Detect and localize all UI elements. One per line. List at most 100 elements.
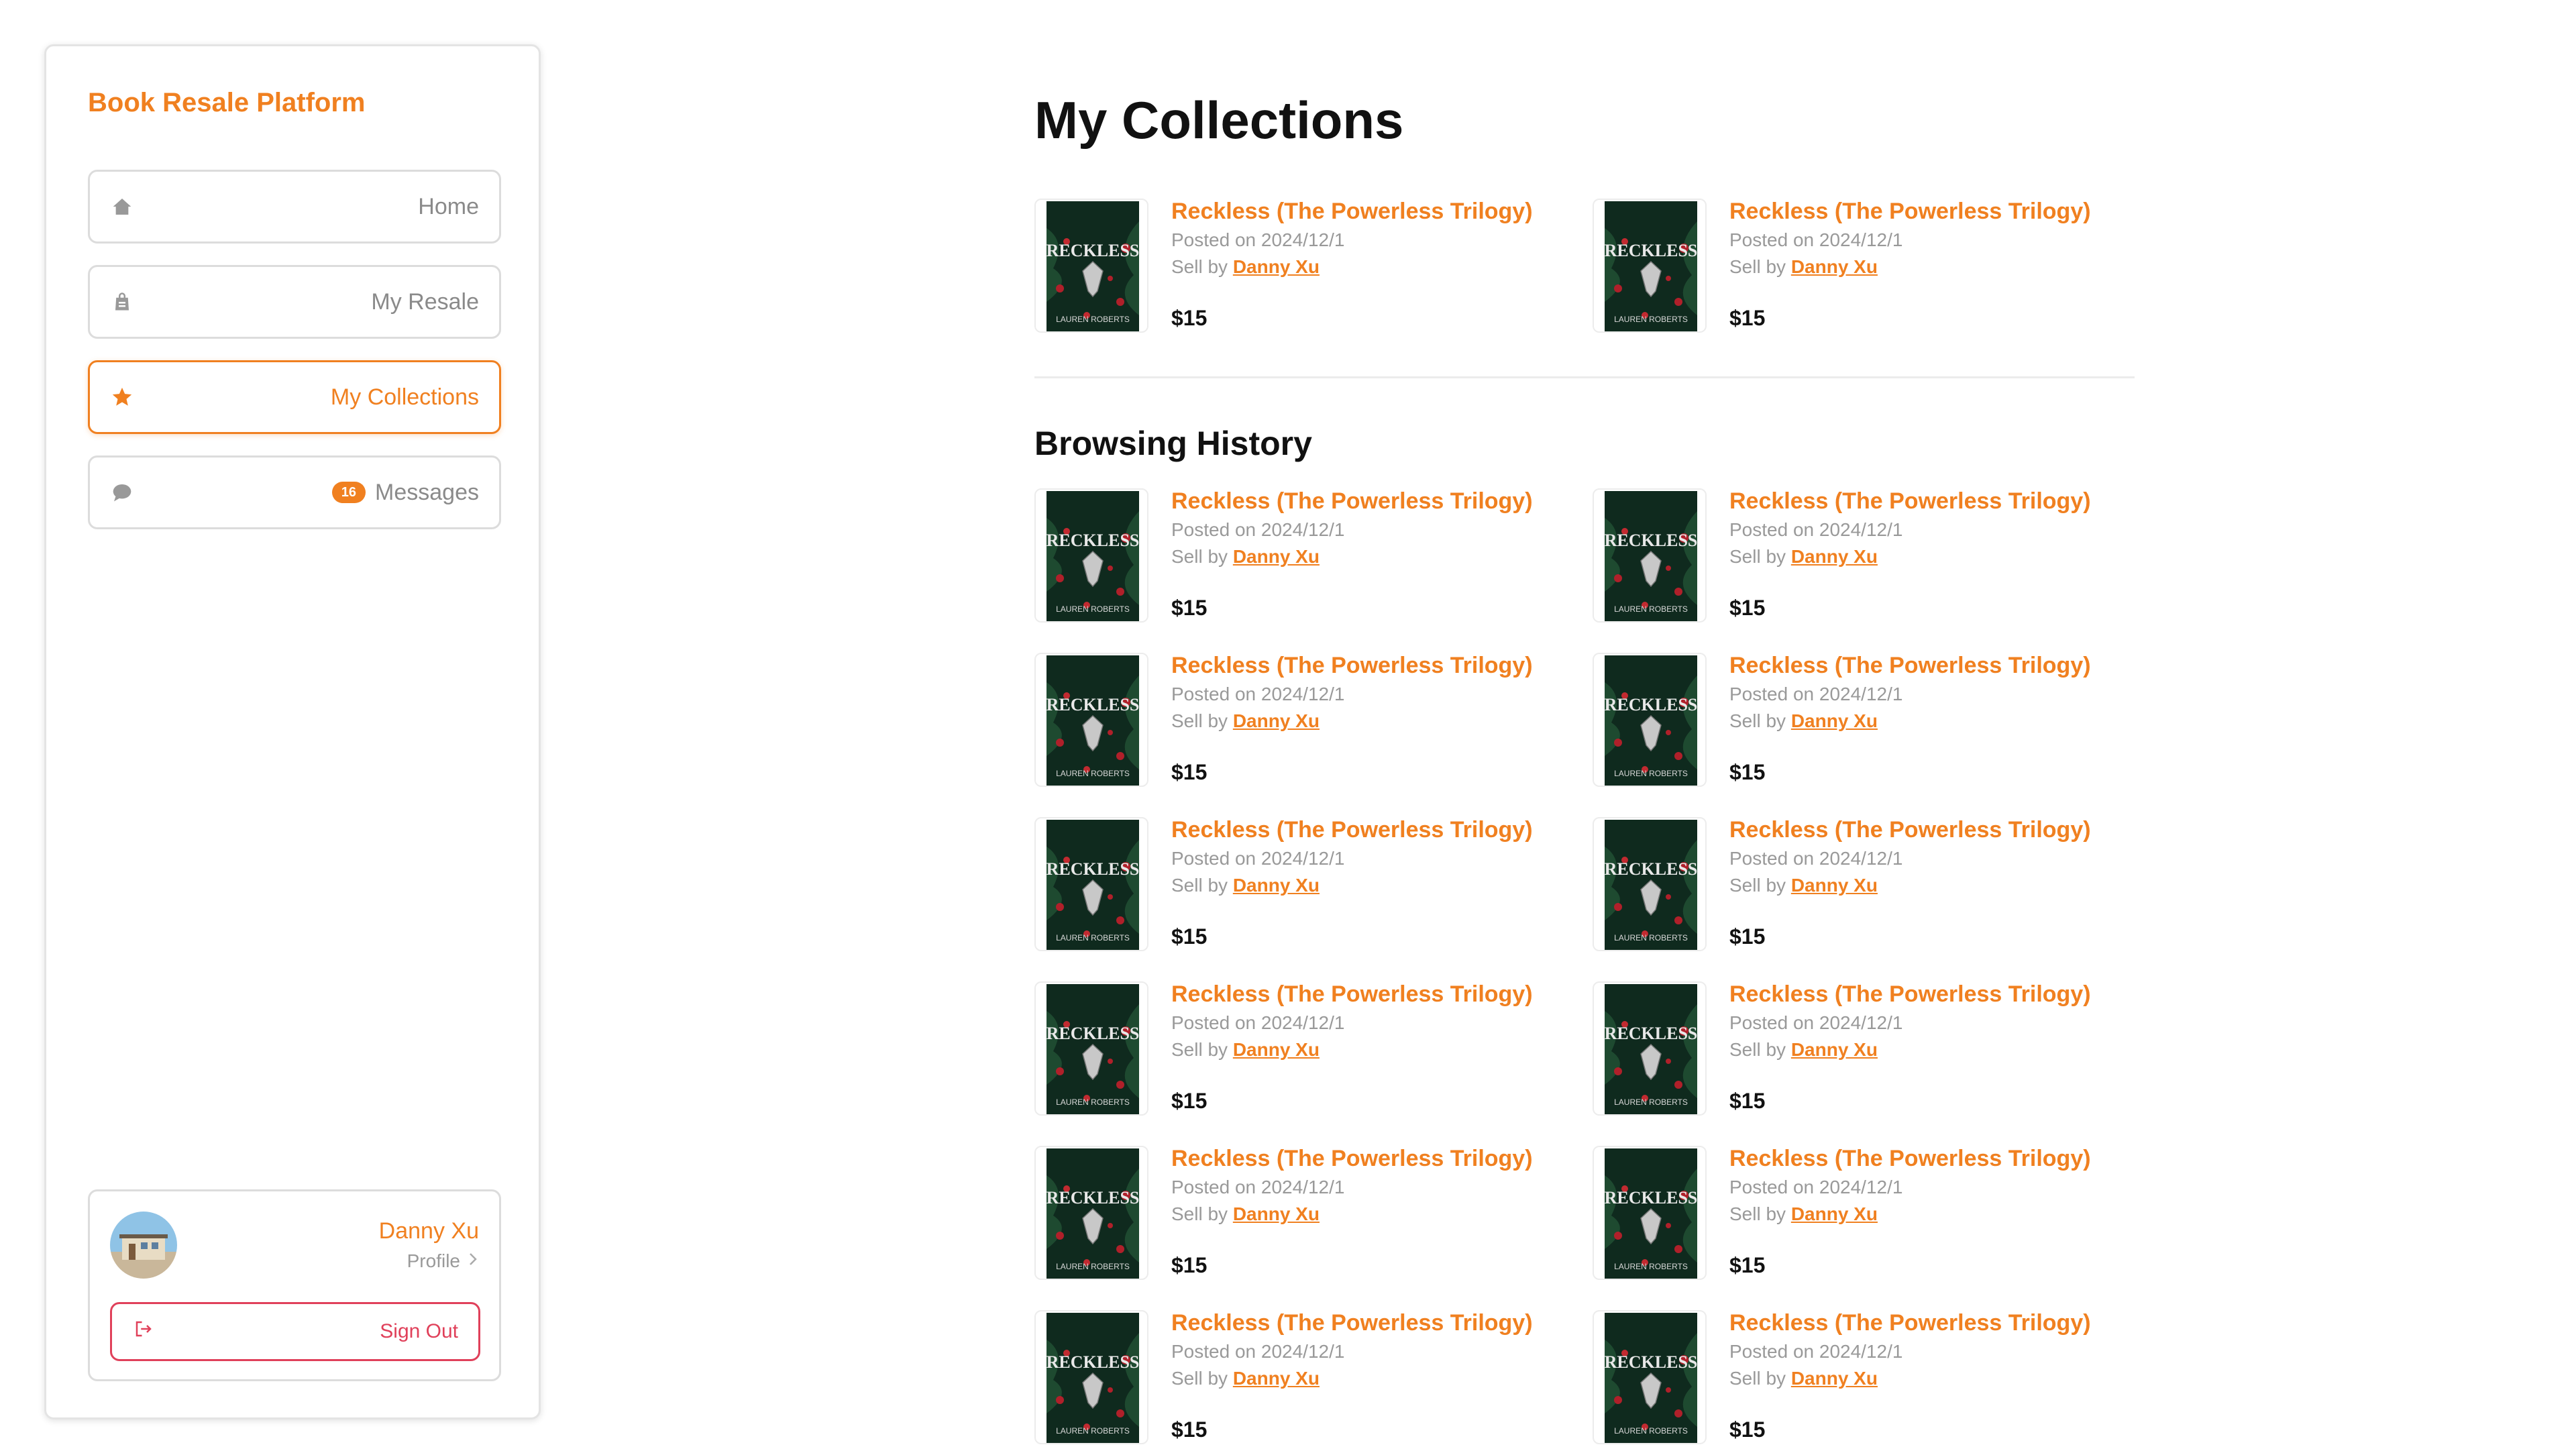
book-title[interactable]: Reckless (The Powerless Trilogy) bbox=[1171, 199, 1533, 225]
posted-date: Posted on 2024/12/1 bbox=[1729, 1341, 1903, 1362]
seller-prefix: Sell by bbox=[1729, 546, 1791, 567]
book-thumbnail[interactable]: RECKLESS LAUREN ROBERTS bbox=[1034, 981, 1148, 1116]
book-card[interactable]: RECKLESS LAUREN ROBERTS Reckless (The Po… bbox=[1034, 199, 1585, 339]
book-card[interactable]: RECKLESS LAUREN ROBERTS Reckless (The Po… bbox=[1593, 1146, 2143, 1287]
book-thumbnail[interactable]: RECKLESS LAUREN ROBERTS bbox=[1593, 981, 1707, 1116]
book-card[interactable]: RECKLESS LAUREN ROBERTS Reckless (The Po… bbox=[1593, 653, 2143, 794]
chat-icon bbox=[110, 480, 134, 504]
nav-item-label: Messages bbox=[375, 479, 479, 505]
book-cover-image: RECKLESS LAUREN ROBERTS bbox=[1605, 655, 1697, 786]
seller-link[interactable]: Danny Xu bbox=[1233, 546, 1320, 567]
book-thumbnail[interactable]: RECKLESS LAUREN ROBERTS bbox=[1593, 1146, 1707, 1280]
svg-text:RECKLESS: RECKLESS bbox=[1605, 1188, 1697, 1207]
book-thumbnail[interactable]: RECKLESS LAUREN ROBERTS bbox=[1593, 199, 1707, 333]
book-thumbnail[interactable]: RECKLESS LAUREN ROBERTS bbox=[1593, 817, 1707, 951]
seller-link[interactable]: Danny Xu bbox=[1233, 256, 1320, 277]
seller-link[interactable]: Danny Xu bbox=[1233, 1039, 1320, 1060]
profile-card: Danny Xu Profile Sign Out bbox=[88, 1189, 501, 1381]
posted-date: Posted on 2024/12/1 bbox=[1729, 848, 1903, 869]
book-thumbnail[interactable]: RECKLESS LAUREN ROBERTS bbox=[1034, 199, 1148, 333]
book-cover-image: RECKLESS LAUREN ROBERTS bbox=[1046, 820, 1139, 950]
book-thumbnail[interactable]: RECKLESS LAUREN ROBERTS bbox=[1593, 1310, 1707, 1444]
seller-link[interactable]: Danny Xu bbox=[1233, 1368, 1320, 1389]
book-title[interactable]: Reckless (The Powerless Trilogy) bbox=[1171, 981, 1533, 1008]
book-card[interactable]: RECKLESS LAUREN ROBERTS Reckless (The Po… bbox=[1593, 199, 2143, 339]
seller-line: Sell by Danny Xu bbox=[1171, 1368, 1320, 1389]
seller-link[interactable]: Danny Xu bbox=[1233, 710, 1320, 731]
book-title[interactable]: Reckless (The Powerless Trilogy) bbox=[1171, 1310, 1533, 1336]
svg-text:RECKLESS: RECKLESS bbox=[1605, 241, 1697, 260]
seller-line: Sell by Danny Xu bbox=[1171, 256, 1320, 278]
seller-link[interactable]: Danny Xu bbox=[1233, 875, 1320, 896]
book-title[interactable]: Reckless (The Powerless Trilogy) bbox=[1729, 653, 2091, 679]
seller-prefix: Sell by bbox=[1171, 546, 1233, 567]
seller-prefix: Sell by bbox=[1729, 875, 1791, 896]
seller-link[interactable]: Danny Xu bbox=[1791, 875, 1878, 896]
nav-item-home[interactable]: Home bbox=[88, 170, 501, 244]
book-title[interactable]: Reckless (The Powerless Trilogy) bbox=[1729, 1146, 2091, 1172]
seller-link[interactable]: Danny Xu bbox=[1233, 1203, 1320, 1224]
book-cover-image: RECKLESS LAUREN ROBERTS bbox=[1046, 491, 1139, 621]
book-title[interactable]: Reckless (The Powerless Trilogy) bbox=[1729, 817, 2091, 843]
book-card[interactable]: RECKLESS LAUREN ROBERTS Reckless (The Po… bbox=[1593, 488, 2143, 629]
svg-text:LAUREN ROBERTS: LAUREN ROBERTS bbox=[1614, 933, 1688, 943]
seller-link[interactable]: Danny Xu bbox=[1791, 256, 1878, 277]
seller-prefix: Sell by bbox=[1171, 875, 1233, 896]
seller-link[interactable]: Danny Xu bbox=[1791, 1203, 1878, 1224]
book-title[interactable]: Reckless (The Powerless Trilogy) bbox=[1729, 981, 2091, 1008]
seller-prefix: Sell by bbox=[1729, 1368, 1791, 1389]
nav-item-my-collections[interactable]: My Collections bbox=[88, 360, 501, 434]
svg-text:LAUREN ROBERTS: LAUREN ROBERTS bbox=[1056, 1262, 1130, 1271]
book-card[interactable]: RECKLESS LAUREN ROBERTS Reckless (The Po… bbox=[1034, 817, 1585, 958]
book-title[interactable]: Reckless (The Powerless Trilogy) bbox=[1729, 1310, 2091, 1336]
nav-item-my-resale[interactable]: My Resale bbox=[88, 265, 501, 339]
book-price: $15 bbox=[1171, 306, 1208, 330]
book-card[interactable]: RECKLESS LAUREN ROBERTS Reckless (The Po… bbox=[1034, 488, 1585, 629]
book-cover-image: RECKLESS LAUREN ROBERTS bbox=[1605, 491, 1697, 621]
book-card[interactable]: RECKLESS LAUREN ROBERTS Reckless (The Po… bbox=[1034, 1310, 1585, 1451]
brand-title[interactable]: Book Resale Platform bbox=[88, 88, 365, 118]
book-thumbnail[interactable]: RECKLESS LAUREN ROBERTS bbox=[1034, 817, 1148, 951]
posted-date: Posted on 2024/12/1 bbox=[1729, 519, 1903, 540]
svg-text:LAUREN ROBERTS: LAUREN ROBERTS bbox=[1056, 1097, 1130, 1107]
book-card[interactable]: RECKLESS LAUREN ROBERTS Reckless (The Po… bbox=[1034, 981, 1585, 1122]
book-cover-image: RECKLESS LAUREN ROBERTS bbox=[1046, 1148, 1139, 1279]
book-price: $15 bbox=[1729, 1089, 1766, 1113]
book-thumbnail[interactable]: RECKLESS LAUREN ROBERTS bbox=[1034, 1146, 1148, 1280]
book-thumbnail[interactable]: RECKLESS LAUREN ROBERTS bbox=[1034, 488, 1148, 623]
section-divider bbox=[1034, 376, 2135, 378]
book-card[interactable]: RECKLESS LAUREN ROBERTS Reckless (The Po… bbox=[1593, 817, 2143, 958]
book-price: $15 bbox=[1171, 1253, 1208, 1277]
nav-item-messages[interactable]: 16 Messages bbox=[88, 455, 501, 529]
user-name: Danny Xu bbox=[378, 1218, 479, 1244]
seller-link[interactable]: Danny Xu bbox=[1791, 546, 1878, 567]
seller-link[interactable]: Danny Xu bbox=[1791, 1368, 1878, 1389]
book-title[interactable]: Reckless (The Powerless Trilogy) bbox=[1171, 817, 1533, 843]
book-thumbnail[interactable]: RECKLESS LAUREN ROBERTS bbox=[1593, 653, 1707, 787]
book-title[interactable]: Reckless (The Powerless Trilogy) bbox=[1729, 488, 2091, 515]
book-card[interactable]: RECKLESS LAUREN ROBERTS Reckless (The Po… bbox=[1593, 1310, 2143, 1451]
book-title[interactable]: Reckless (The Powerless Trilogy) bbox=[1171, 1146, 1533, 1172]
svg-text:RECKLESS: RECKLESS bbox=[1605, 859, 1697, 879]
svg-text:LAUREN ROBERTS: LAUREN ROBERTS bbox=[1056, 1426, 1130, 1436]
book-price: $15 bbox=[1171, 1417, 1208, 1442]
book-card[interactable]: RECKLESS LAUREN ROBERTS Reckless (The Po… bbox=[1034, 653, 1585, 794]
svg-text:RECKLESS: RECKLESS bbox=[1046, 1024, 1139, 1043]
svg-text:LAUREN ROBERTS: LAUREN ROBERTS bbox=[1056, 604, 1130, 614]
book-title[interactable]: Reckless (The Powerless Trilogy) bbox=[1729, 199, 2091, 225]
book-thumbnail[interactable]: RECKLESS LAUREN ROBERTS bbox=[1034, 653, 1148, 787]
sign-out-button[interactable]: Sign Out bbox=[110, 1302, 480, 1361]
book-thumbnail[interactable]: RECKLESS LAUREN ROBERTS bbox=[1034, 1310, 1148, 1444]
seller-link[interactable]: Danny Xu bbox=[1791, 710, 1878, 731]
seller-line: Sell by Danny Xu bbox=[1729, 546, 1878, 568]
book-card[interactable]: RECKLESS LAUREN ROBERTS Reckless (The Po… bbox=[1593, 981, 2143, 1122]
book-title[interactable]: Reckless (The Powerless Trilogy) bbox=[1171, 488, 1533, 515]
avatar[interactable] bbox=[110, 1212, 177, 1279]
seller-line: Sell by Danny Xu bbox=[1171, 710, 1320, 732]
book-title[interactable]: Reckless (The Powerless Trilogy) bbox=[1171, 653, 1533, 679]
book-thumbnail[interactable]: RECKLESS LAUREN ROBERTS bbox=[1593, 488, 1707, 623]
seller-link[interactable]: Danny Xu bbox=[1791, 1039, 1878, 1060]
profile-link[interactable]: Profile bbox=[407, 1250, 479, 1272]
book-card[interactable]: RECKLESS LAUREN ROBERTS Reckless (The Po… bbox=[1034, 1146, 1585, 1287]
seller-line: Sell by Danny Xu bbox=[1729, 1203, 1878, 1225]
